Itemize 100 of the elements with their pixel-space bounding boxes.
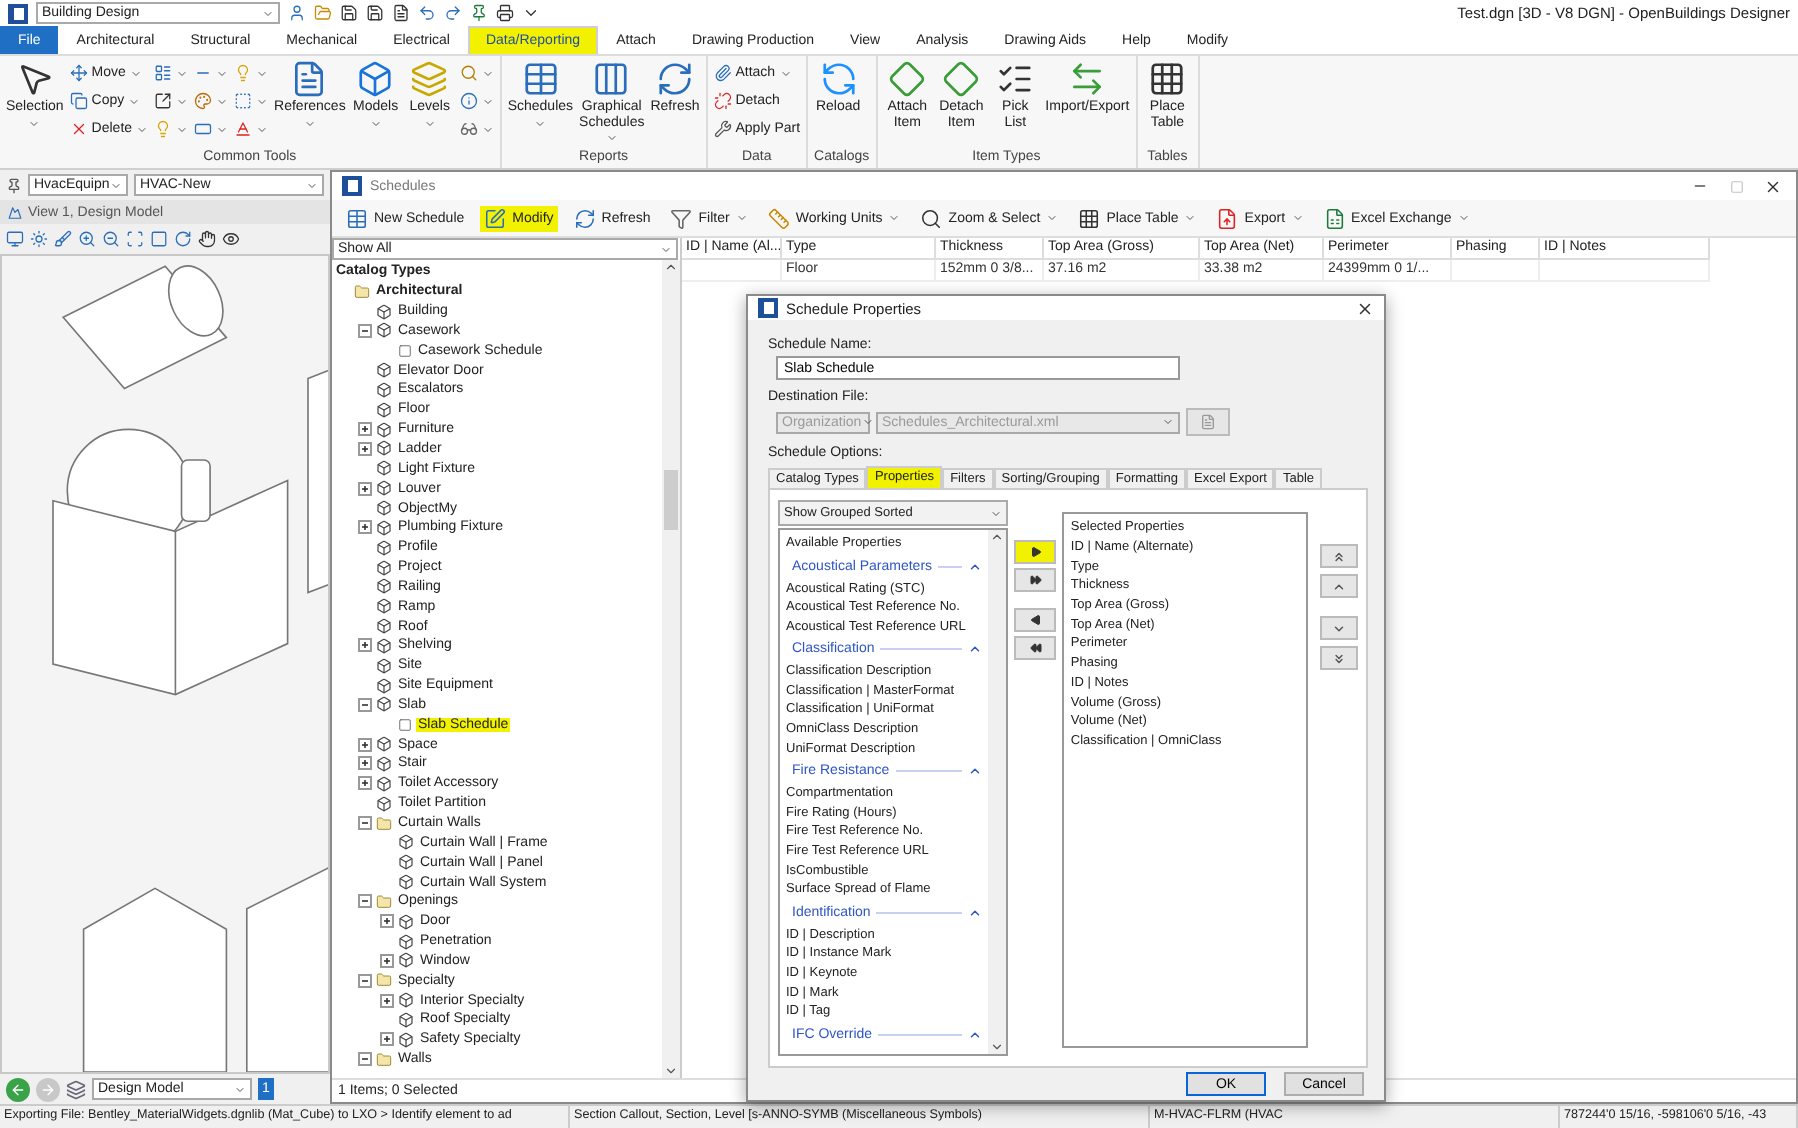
back-button[interactable] [6,1077,30,1101]
add-button[interactable] [1014,540,1057,564]
expand-icon[interactable] [358,481,372,496]
document-icon [290,60,329,98]
collapse-icon[interactable] [358,1052,372,1067]
layers-icon [410,60,449,98]
collapse-icon[interactable] [968,559,983,574]
collapse-icon[interactable] [358,816,372,830]
collapse-icon[interactable] [968,764,983,779]
pointer-icon [15,60,54,98]
save-icon [366,4,384,22]
remove-button[interactable] [1014,636,1057,660]
cube-icon [376,460,392,477]
square-icon [398,717,412,732]
remove-button[interactable] [1014,608,1057,632]
move-top-button[interactable] [1319,544,1358,568]
table-icon [346,207,368,229]
table-cell [1452,260,1540,282]
font-color-icon [234,120,253,138]
rotate-icon [174,230,192,248]
sun-icon [30,230,48,248]
pin-icon [470,4,488,22]
caret-icon [481,123,494,135]
caret-icon [129,67,142,79]
expand-icon[interactable] [380,953,394,968]
expand-icon[interactable] [358,422,372,437]
save-icon [340,4,358,22]
delete-icon [69,120,88,138]
right-arrow-icon [1029,546,1042,558]
expand-icon[interactable] [358,638,372,653]
collapse-icon[interactable] [968,642,983,657]
caret-icon [256,67,269,79]
collapse-icon[interactable] [358,697,372,712]
caret-icon [660,243,672,255]
expand-icon[interactable] [380,993,394,1008]
expand-icon[interactable] [358,441,372,456]
scrollbar[interactable] [988,530,1007,1054]
cube-icon [376,657,392,674]
caret-icon [256,95,269,107]
move-bottom-button[interactable] [1319,646,1358,670]
expand-icon[interactable] [358,776,372,791]
caret-icon [303,117,316,129]
glasses-icon [459,120,478,138]
expand-icon[interactable] [358,737,372,752]
caret-icon [1162,416,1174,428]
expand-icon[interactable] [380,1032,394,1047]
magnifier-icon [920,207,943,229]
edit-icon [484,207,507,229]
ribbon-button[interactable] [459,118,494,140]
dashed-square-icon [234,92,253,110]
close-icon[interactable] [1356,299,1374,317]
zoom-in-icon [78,230,96,248]
copy-icon [69,92,88,110]
scroll-thumb[interactable] [664,469,678,529]
monitor-icon [6,230,24,248]
caret-icon [176,95,189,107]
refresh-icon [655,60,694,98]
collapse-icon[interactable] [968,905,983,920]
columns-icon [592,60,631,98]
caret-icon [306,179,318,191]
spreadsheet-icon [1323,207,1346,229]
collapse-icon[interactable] [968,1027,983,1042]
caret-icon [369,117,382,129]
scroll-up-icon [990,530,1005,544]
cube-icon [376,539,392,556]
expand-icon[interactable] [358,520,372,535]
left-arrow-icon [1029,614,1042,626]
collapse-icon[interactable] [358,323,372,338]
diamond-icon [888,60,927,98]
collapse-icon[interactable] [358,973,372,988]
double-right-arrow-icon [1029,574,1042,586]
add-button[interactable] [1014,568,1057,592]
folder-icon [376,972,392,989]
caret-icon [481,67,494,79]
refresh-icon [573,207,596,229]
rectangle-icon [194,120,213,138]
close-icon [1763,177,1781,195]
ribbon-button[interactable] [154,90,189,112]
layers-icon[interactable] [66,1079,86,1099]
document-icon [392,4,410,22]
ruler-icon [767,207,790,229]
lightbulb-icon [154,120,173,138]
pin-icon[interactable] [6,177,22,193]
collapse-icon[interactable] [358,894,372,909]
paperclip-icon [713,64,732,82]
caret-icon [216,123,229,135]
caret-icon [136,123,149,135]
reload-icon [819,60,858,98]
scrollbar[interactable] [662,260,680,1078]
maximize-icon [1729,179,1743,193]
expand-icon[interactable] [358,756,372,771]
caret-icon [176,67,189,79]
window-icon [150,230,168,248]
zoom-out-icon [102,230,120,248]
caret-icon [481,95,494,107]
diamond-icon [942,60,981,98]
printer-icon [496,4,514,22]
palette-icon [194,92,213,110]
cube-icon [376,401,392,418]
expand-icon[interactable] [380,914,394,929]
